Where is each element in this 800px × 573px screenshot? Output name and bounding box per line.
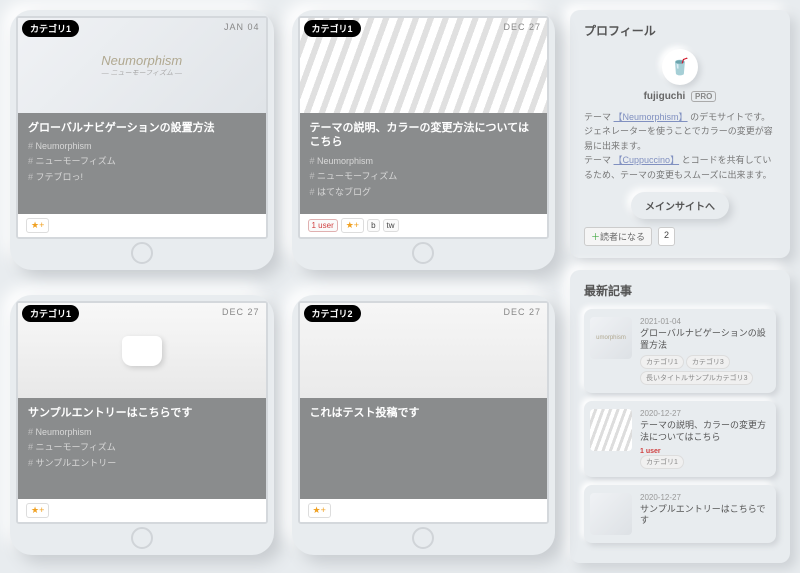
users-count: 1 user — [640, 448, 770, 455]
post-title[interactable]: グローバルナビゲーションの設置方法 — [28, 121, 256, 135]
recent-title[interactable]: サンプルエントリーはこちらです — [640, 504, 770, 527]
recent-heading: 最新記事 — [584, 282, 776, 299]
post-title[interactable]: これはテスト投稿です — [310, 406, 538, 420]
category-chip[interactable]: 長いタイトルサンプルカテゴリ3 — [640, 371, 753, 385]
date-badge: DEC 27 — [503, 307, 541, 317]
username: fujiguchi PRO — [584, 91, 776, 102]
post-card[interactable]: カテゴリ1 DEC 27 テーマの説明、カラーの変更方法についてはこちら Neu… — [292, 10, 556, 270]
recent-item[interactable]: umorphism 2021-01-04 グローバルナビゲーションの設置方法 カ… — [584, 309, 776, 393]
date-badge: JAN 04 — [224, 22, 260, 32]
profile-heading: プロフィール — [584, 22, 776, 39]
star-icon[interactable]: ★+ — [308, 503, 331, 518]
star-icon[interactable]: ★+ — [26, 503, 49, 518]
users-badge: 1 user — [308, 219, 338, 232]
recent-date: 2021-01-04 — [640, 317, 770, 326]
star-icon[interactable]: ★+ — [341, 218, 364, 233]
category-badge[interactable]: カテゴリ1 — [304, 20, 361, 37]
recent-item[interactable]: 2020-12-27 サンプルエントリーはこちらです — [584, 485, 776, 543]
tag[interactable]: サンプルエントリー — [28, 456, 256, 469]
post-card[interactable]: カテゴリ2 DEC 27 これはテスト投稿です ★+ — [292, 295, 556, 555]
theme-link-neumorphism[interactable]: 【Neumorphism】 — [614, 112, 688, 122]
recent-thumbnail — [590, 493, 632, 535]
tag[interactable]: ニューモーフィズム — [310, 169, 538, 182]
tag[interactable]: フテブロっ! — [28, 170, 256, 183]
category-chip[interactable]: カテゴリ1 — [640, 355, 684, 369]
share-badge[interactable]: tw — [383, 219, 399, 232]
star-icon[interactable]: ★+ — [26, 218, 49, 233]
subscriber-count: 2 — [658, 227, 675, 246]
category-chip[interactable]: カテゴリ3 — [686, 355, 730, 369]
post-title[interactable]: テーマの説明、カラーの変更方法についてはこちら — [310, 121, 538, 150]
tag[interactable]: Neumorphism — [28, 427, 256, 437]
card-footer: ★+ — [18, 214, 266, 237]
tag[interactable]: ニューモーフィズム — [28, 154, 256, 167]
date-badge: DEC 27 — [503, 22, 541, 32]
post-card[interactable]: カテゴリ1 DEC 27 サンプルエントリーはこちらです Neumorphism… — [10, 295, 274, 555]
date-badge: DEC 27 — [222, 307, 260, 317]
pro-badge: PRO — [691, 91, 716, 102]
card-footer: ★+ — [18, 499, 266, 522]
category-badge[interactable]: カテゴリ2 — [304, 305, 361, 322]
card-footer: ★+ — [300, 499, 548, 522]
category-badge[interactable]: カテゴリ1 — [22, 20, 79, 37]
card-footer: 1 user★+btw — [300, 214, 548, 237]
avatar: 🥤 — [662, 49, 698, 85]
profile-box: プロフィール 🥤 fujiguchi PRO テーマ 【Neumorphism】… — [570, 10, 790, 258]
recent-item[interactable]: 2020-12-27 テーマの説明、カラーの変更方法についてはこちら 1 use… — [584, 401, 776, 476]
tag[interactable]: はてなブログ — [310, 185, 538, 198]
category-chip[interactable]: カテゴリ1 — [640, 455, 684, 469]
share-badge[interactable]: b — [367, 219, 379, 232]
theme-link-cuppuccino[interactable]: 【Cuppuccino】 — [614, 155, 680, 165]
home-button-icon — [131, 527, 153, 549]
post-title[interactable]: サンプルエントリーはこちらです — [28, 406, 256, 420]
recent-title[interactable]: グローバルナビゲーションの設置方法 — [640, 328, 770, 351]
recent-thumbnail — [590, 409, 632, 451]
main-site-button[interactable]: メインサイトへ — [631, 192, 729, 219]
category-badge[interactable]: カテゴリ1 — [22, 305, 79, 322]
profile-description: テーマ 【Neumorphism】 のデモサイトです。 ジェネレーターを使うこと… — [584, 110, 776, 182]
recent-date: 2020-12-27 — [640, 409, 770, 418]
home-button-icon — [412, 527, 434, 549]
post-card[interactable]: カテゴリ1 JAN 04 Neumorphism— ニューモーフィズム — グロ… — [10, 10, 274, 270]
home-button-icon — [131, 242, 153, 264]
tag[interactable]: ニューモーフィズム — [28, 440, 256, 453]
recent-date: 2020-12-27 — [640, 493, 770, 502]
home-button-icon — [412, 242, 434, 264]
tag[interactable]: Neumorphism — [310, 156, 538, 166]
recent-box: 最新記事 umorphism 2021-01-04 グローバルナビゲーションの設… — [570, 270, 790, 563]
subscribe-button[interactable]: ＋読者になる — [584, 227, 652, 246]
recent-thumbnail: umorphism — [590, 317, 632, 359]
tag[interactable]: Neumorphism — [28, 141, 256, 151]
recent-title[interactable]: テーマの説明、カラーの変更方法についてはこちら — [640, 420, 770, 443]
